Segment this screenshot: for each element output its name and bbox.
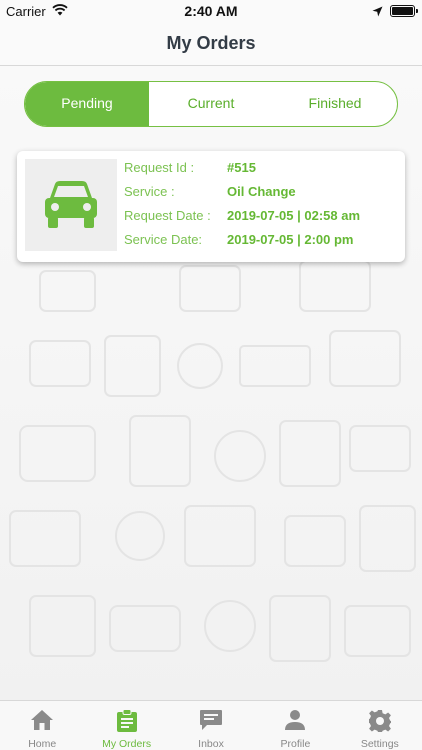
segment-finished[interactable]: Finished (273, 82, 397, 126)
tab-inbox-label: Inbox (198, 738, 224, 750)
tab-my-orders-label: My Orders (102, 738, 152, 750)
tab-home[interactable]: Home (0, 701, 84, 750)
tab-my-orders[interactable]: My Orders (84, 701, 168, 750)
tab-inbox[interactable]: Inbox (169, 701, 253, 750)
request-id-value: #515 (227, 160, 256, 175)
tab-settings[interactable]: Settings (338, 701, 422, 750)
home-icon (30, 709, 54, 736)
gear-icon (368, 709, 392, 738)
request-id-label: Request Id : (124, 160, 195, 175)
battery-icon (390, 5, 415, 17)
order-thumbnail (25, 159, 117, 251)
order-status-segmented-control: Pending Current Finished (24, 81, 398, 127)
clock: 2:40 AM (184, 3, 238, 19)
tab-settings-label: Settings (360, 738, 399, 750)
clipboard-icon (116, 709, 138, 738)
chat-icon (199, 709, 223, 736)
tab-home-label: Home (28, 738, 57, 750)
status-bar: Carrier 2:40 AM (0, 0, 422, 22)
battery-tip (416, 9, 418, 13)
request-date-label: Request Date : (124, 208, 211, 223)
tab-bar: Home My Orders Inbox Profile Settings (0, 700, 422, 750)
request-date-value: 2019-07-05 | 02:58 am (227, 208, 361, 223)
service-label: Service : (124, 184, 175, 199)
order-card[interactable]: Request Id : #515 Service : Oil Change R… (17, 151, 405, 262)
service-value: Oil Change (227, 184, 296, 199)
tab-profile-label: Profile (280, 738, 311, 750)
segment-pending[interactable]: Pending (25, 82, 149, 126)
service-date-value: 2019-07-05 | 2:00 pm (227, 232, 354, 247)
navigation-bar: My Orders (0, 22, 422, 66)
segment-current[interactable]: Current (149, 82, 273, 126)
page-title: My Orders (166, 33, 256, 53)
tab-profile[interactable]: Profile (253, 701, 337, 750)
location-arrow-icon (372, 5, 383, 20)
person-icon (284, 709, 306, 736)
car-icon (45, 181, 97, 228)
service-date-label: Service Date: (124, 232, 203, 247)
